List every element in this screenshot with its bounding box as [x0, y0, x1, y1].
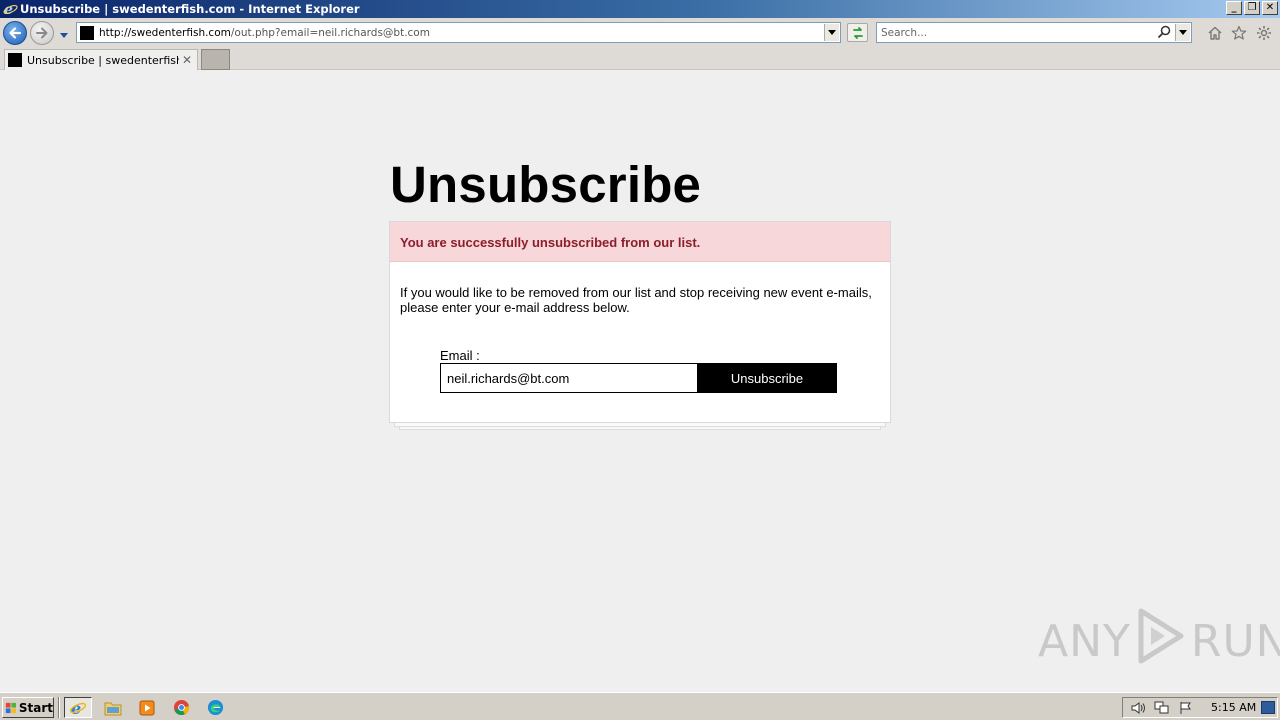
- settings-gear-icon[interactable]: [1255, 24, 1273, 42]
- site-favicon-icon: [8, 53, 22, 67]
- arrow-right-icon: [36, 27, 48, 39]
- history-dropdown-icon[interactable]: [59, 27, 69, 45]
- search-box[interactable]: [876, 22, 1192, 43]
- unsubscribe-card: You are successfully unsubscribed from o…: [389, 221, 891, 423]
- back-button[interactable]: [3, 21, 27, 45]
- folder-icon: [104, 702, 122, 715]
- page-viewport: Unsubscribe You are successfully unsubsc…: [0, 71, 1280, 691]
- instructions-text: If you would like to be removed from our…: [400, 285, 872, 315]
- page-title: Unsubscribe: [390, 156, 702, 213]
- taskbar-explorer-button[interactable]: [99, 697, 127, 718]
- favorites-star-icon[interactable]: [1230, 24, 1248, 42]
- edge-icon: [207, 699, 223, 716]
- play-logo-icon: [1135, 607, 1187, 676]
- new-tab-button[interactable]: [201, 49, 230, 70]
- compat-refresh-button[interactable]: [847, 23, 868, 42]
- success-alert: You are successfully unsubscribed from o…: [390, 222, 890, 262]
- taskbar-edge-button[interactable]: [201, 697, 229, 718]
- taskbar-media-button[interactable]: [133, 697, 161, 718]
- email-field[interactable]: [440, 363, 698, 393]
- search-input[interactable]: [881, 26, 1151, 39]
- chrome-icon: [173, 699, 189, 716]
- taskbar-separator: [58, 697, 60, 718]
- window-titlebar: e Unsubscribe | swedenterfish.com - Inte…: [0, 0, 1280, 18]
- start-label: Start: [18, 700, 53, 715]
- taskbar-chrome-button[interactable]: [167, 697, 195, 718]
- refresh-icon: [852, 26, 863, 39]
- minimize-button[interactable]: _: [1226, 1, 1242, 15]
- close-window-button[interactable]: ✕: [1262, 1, 1278, 15]
- start-button[interactable]: Start: [2, 697, 54, 718]
- tab-unsubscribe[interactable]: Unsubscribe | swedenterfish.... ✕: [4, 49, 198, 70]
- site-favicon-icon: [80, 25, 94, 40]
- ie-icon: e: [69, 699, 87, 717]
- media-player-icon: [139, 700, 155, 715]
- network-icon[interactable]: [1153, 700, 1171, 716]
- watermark-text-left: ANY: [1038, 615, 1131, 667]
- forward-button[interactable]: [30, 21, 54, 45]
- card-shadow: [399, 427, 881, 430]
- tab-title: Unsubscribe | swedenterfish....: [27, 53, 179, 67]
- ie-logo-icon: e: [2, 1, 18, 17]
- restore-button[interactable]: ❐: [1244, 1, 1260, 15]
- show-desktop-button[interactable]: [1261, 701, 1275, 714]
- close-tab-icon[interactable]: ✕: [182, 53, 192, 67]
- unsubscribe-button[interactable]: Unsubscribe: [697, 363, 837, 393]
- watermark-text-right: RUN: [1190, 615, 1280, 667]
- tab-strip: Unsubscribe | swedenterfish.... ✕: [0, 48, 1280, 70]
- search-icon[interactable]: [1157, 25, 1171, 44]
- windows-logo-icon: [5, 702, 17, 713]
- system-tray: 5:15 AM: [1122, 697, 1278, 718]
- action-center-flag-icon[interactable]: [1177, 700, 1195, 716]
- window-title: Unsubscribe | swedenterfish.com - Intern…: [20, 2, 360, 16]
- taskbar-ie-button[interactable]: e: [64, 697, 92, 718]
- home-icon[interactable]: [1206, 24, 1224, 42]
- arrow-left-icon: [9, 27, 22, 39]
- volume-icon[interactable]: [1129, 700, 1147, 716]
- taskbar: Start e 5:15 AM: [0, 692, 1280, 720]
- clock[interactable]: 5:15 AM: [1211, 701, 1256, 714]
- email-label: Email :: [440, 348, 480, 363]
- address-dropdown-icon[interactable]: [824, 24, 839, 41]
- navigation-bar: http://swedenterfish.com/out.php?email=n…: [0, 18, 1280, 48]
- search-dropdown-icon[interactable]: [1175, 24, 1190, 41]
- url-text[interactable]: http://swedenterfish.com/out.php?email=n…: [99, 27, 430, 39]
- anyrun-watermark: ANY RUN: [1038, 608, 1280, 670]
- address-bar[interactable]: http://swedenterfish.com/out.php?email=n…: [76, 22, 841, 43]
